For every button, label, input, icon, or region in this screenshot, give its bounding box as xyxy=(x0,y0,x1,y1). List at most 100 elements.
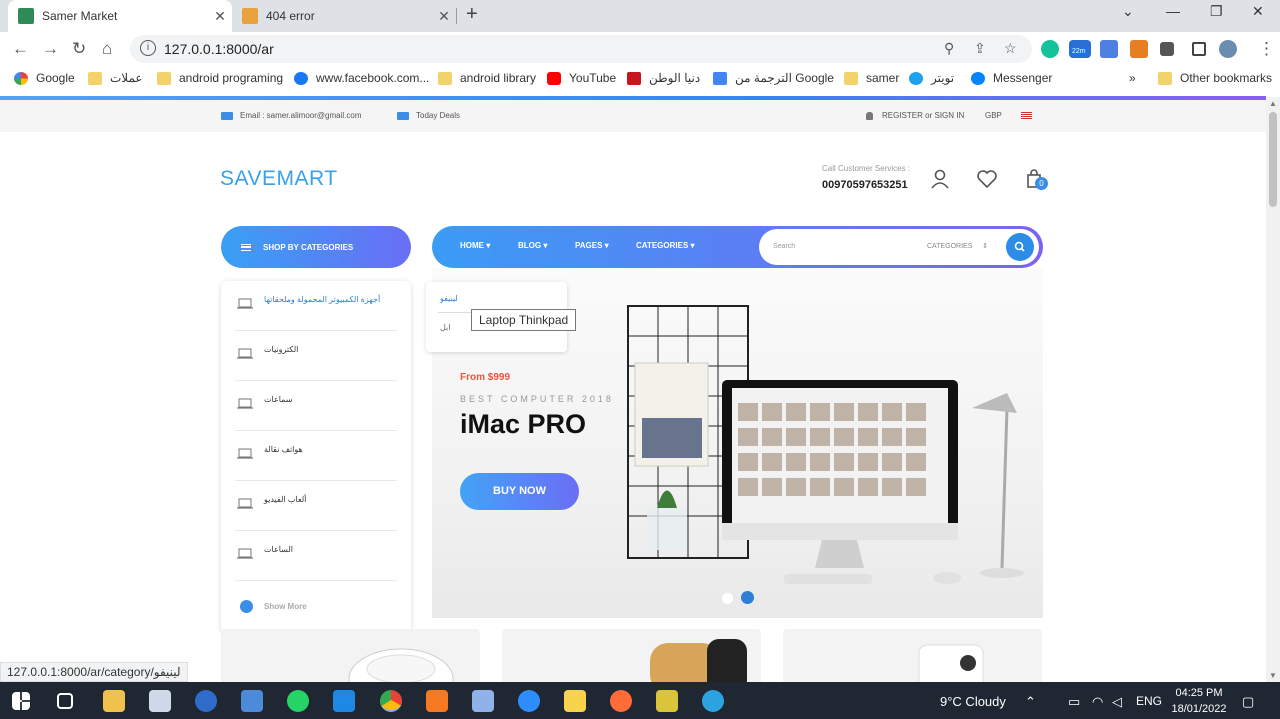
search-input[interactable]: Search xyxy=(773,243,795,250)
grammarly-icon[interactable] xyxy=(1041,40,1059,58)
bookmark-twitter[interactable]: تويتر xyxy=(909,71,954,85)
category-item-video-games[interactable]: ألعاب الفيديو xyxy=(235,481,397,531)
sticky-notes-icon[interactable] xyxy=(564,690,586,712)
close-window-button[interactable]: ✕ xyxy=(1252,3,1264,20)
bookmark-folder-android-library[interactable]: android library xyxy=(438,71,536,85)
restore-button[interactable]: ❐ xyxy=(1210,3,1223,20)
back-button[interactable]: ← xyxy=(12,39,29,59)
translate-extension-icon[interactable] xyxy=(1100,40,1118,58)
bookmark-star-icon[interactable]: ☆ xyxy=(1004,40,1017,57)
whatsapp-icon[interactable] xyxy=(287,690,309,712)
forward-button[interactable]: → xyxy=(42,39,59,59)
file-explorer-icon[interactable] xyxy=(103,690,125,712)
windows-start-icon[interactable] xyxy=(12,692,30,710)
share-icon[interactable]: ⇪ xyxy=(974,40,986,57)
battery-icon[interactable]: ▭ xyxy=(1068,694,1080,710)
subcategory-lenovo[interactable]: لينيفو xyxy=(440,294,458,303)
signin-link[interactable]: SIGN IN xyxy=(935,111,965,120)
close-tab-icon[interactable]: ✕ xyxy=(208,8,232,25)
bookmark-messenger[interactable]: Messenger xyxy=(971,71,1052,85)
app-icon-2[interactable] xyxy=(149,690,171,712)
search-button[interactable] xyxy=(1006,233,1034,261)
wifi-icon[interactable]: ◠ xyxy=(1092,694,1103,710)
nav-blog[interactable]: BLOG ▾ xyxy=(518,241,547,250)
minimize-button[interactable]: — xyxy=(1166,3,1180,19)
vscode-icon[interactable] xyxy=(333,690,355,712)
volume-icon[interactable]: ◁ xyxy=(1112,694,1122,710)
currency-selector[interactable]: GBP xyxy=(985,111,1002,120)
email-contact[interactable]: Email : samer.alimoor@gmail.com xyxy=(221,111,361,120)
zoom-icon[interactable] xyxy=(518,690,540,712)
subcategory-apple[interactable]: ابل xyxy=(440,323,451,332)
site-logo[interactable]: SAVEMART xyxy=(220,167,338,191)
site-info-icon[interactable]: i xyxy=(140,40,156,56)
bookmark-google[interactable]: Google xyxy=(14,71,75,85)
url-text[interactable]: 127.0.0.1:8000/ar xyxy=(164,41,274,57)
tab-404-error[interactable]: 404 error ✕ xyxy=(232,0,456,32)
side-panel-icon[interactable] xyxy=(1192,42,1206,56)
scroll-up-arrow-icon[interactable]: ▲ xyxy=(1269,99,1277,108)
account-icon[interactable] xyxy=(929,168,951,190)
extensions-puzzle-icon[interactable] xyxy=(1160,42,1174,56)
timer-extension-icon[interactable]: 22m xyxy=(1069,40,1091,58)
bookmark-other-bookmarks[interactable]: Other bookmarks xyxy=(1158,71,1272,85)
category-item-mobile-phones[interactable]: هواتف نقالة xyxy=(235,431,397,481)
chrome-icon[interactable] xyxy=(380,690,402,712)
postman-icon[interactable] xyxy=(610,690,632,712)
customer-service-phone[interactable]: 00970597653251 xyxy=(822,179,908,191)
bookmark-facebook[interactable]: www.facebook.com... xyxy=(294,71,429,85)
xampp-icon[interactable] xyxy=(426,690,448,712)
us-flag-icon[interactable] xyxy=(1021,112,1032,120)
more-bookmarks-chevron-icon[interactable]: » xyxy=(1129,71,1136,85)
zoom-icon[interactable]: ⚲ xyxy=(944,40,954,57)
slider-dot-1[interactable] xyxy=(722,593,733,604)
microsoft-store-icon[interactable] xyxy=(241,690,263,712)
bookmark-donya-alwatan[interactable]: دنيا الوطن xyxy=(627,71,700,85)
notifications-icon[interactable]: ▢ xyxy=(1242,694,1254,710)
register-link[interactable]: REGISTER xyxy=(882,111,923,120)
tab-samer-market[interactable]: Samer Market ✕ xyxy=(8,0,232,32)
app-icon-9[interactable] xyxy=(472,690,494,712)
product-card-3[interactable] xyxy=(783,629,1042,689)
app-icon-3[interactable] xyxy=(195,690,217,712)
search-category-select[interactable]: CATEGORIES ⇕ xyxy=(927,242,988,250)
category-item-watches[interactable]: الساعات xyxy=(235,531,397,581)
slider-dot-2-active[interactable] xyxy=(741,591,754,604)
product-card-2[interactable] xyxy=(502,629,761,689)
nav-categories[interactable]: CATEGORIES ▾ xyxy=(636,241,695,250)
bookmark-folder-android-programing[interactable]: android programing xyxy=(157,71,283,85)
page-scrollbar[interactable]: ▲ ▼ xyxy=(1266,97,1280,682)
shop-by-categories-button[interactable]: SHOP BY CATEGORIES xyxy=(221,226,411,268)
show-more-link[interactable]: Show More xyxy=(240,600,307,613)
bookmark-youtube[interactable]: YouTube xyxy=(547,71,616,85)
weather-widget[interactable]: 9°C Cloudy xyxy=(940,694,1006,709)
profile-avatar[interactable] xyxy=(1219,40,1237,58)
scroll-down-arrow-icon[interactable]: ▼ xyxy=(1269,671,1277,680)
wishlist-heart-icon[interactable] xyxy=(976,168,998,190)
app-icon-13[interactable] xyxy=(656,690,678,712)
bookmark-folder-samer[interactable]: samer xyxy=(844,71,899,85)
system-clock[interactable]: 04:25 PM 18/01/2022 xyxy=(1170,685,1228,717)
scrollbar-thumb[interactable] xyxy=(1269,112,1277,207)
category-item-headphones[interactable]: سماعات xyxy=(235,381,397,431)
metamask-icon[interactable] xyxy=(1130,40,1148,58)
show-hidden-icons-icon[interactable]: ⌃ xyxy=(1025,694,1036,710)
telegram-icon[interactable] xyxy=(702,690,724,712)
bookmark-folder-currency[interactable]: عملات xyxy=(88,71,143,85)
today-deals-link[interactable]: Today Deals xyxy=(397,111,460,120)
task-view-icon[interactable] xyxy=(57,693,73,709)
tab-search-icon[interactable]: ⌄ xyxy=(1122,3,1134,20)
reload-button[interactable]: ↻ xyxy=(72,39,86,59)
bookmark-google-translate[interactable]: Google الترجمة من xyxy=(713,71,834,85)
menu-kebab-icon[interactable]: ⋮ xyxy=(1258,39,1275,59)
language-indicator[interactable]: ENG xyxy=(1136,694,1162,708)
category-item-electronics[interactable]: الكترونيات xyxy=(235,331,397,381)
nav-home[interactable]: HOME ▾ xyxy=(460,241,490,250)
close-tab-icon[interactable]: ✕ xyxy=(432,8,456,25)
buy-now-button[interactable]: BUY NOW xyxy=(460,473,579,510)
home-button[interactable]: ⌂ xyxy=(102,39,112,59)
new-tab-button[interactable]: + xyxy=(466,3,478,26)
category-item-laptops[interactable]: أجهزة الكمبيوتر المحمولة وملحقاتها xyxy=(235,281,397,331)
product-card-1[interactable] xyxy=(221,629,480,689)
nav-pages[interactable]: PAGES ▾ xyxy=(575,241,609,250)
